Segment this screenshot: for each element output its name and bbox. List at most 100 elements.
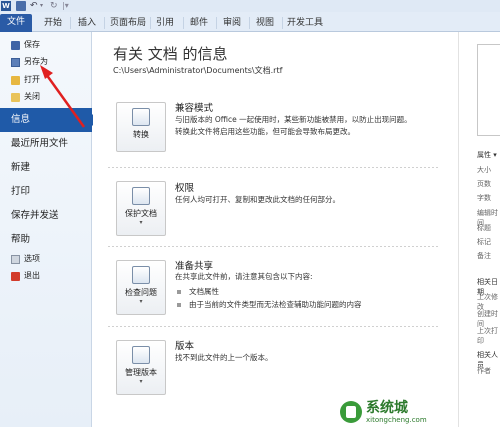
- manage-versions-icon: [132, 346, 150, 364]
- nav-exit-label: 退出: [24, 271, 40, 280]
- title-bar: W ↶ ▾ ↻ |▾: [0, 0, 500, 12]
- backstage-nav: 保存 另存为 打开 关闭 信息 最近所用文件 新建 打印 保存并发送 帮助 选项…: [0, 32, 98, 427]
- tab-home[interactable]: 开始: [40, 15, 66, 32]
- permissions-title: 权限: [175, 183, 195, 194]
- date-last-printed: 上次打印: [477, 327, 498, 345]
- convert-icon: [132, 108, 150, 126]
- document-path: C:\Users\Administrator\Documents\文档.rtf: [113, 66, 283, 75]
- tab-file[interactable]: 文件: [0, 14, 32, 32]
- watermark-logo-icon: [340, 401, 362, 423]
- prop-comments: 备注: [477, 252, 491, 260]
- redo-icon[interactable]: ↻: [50, 1, 60, 11]
- nav-save-and-send[interactable]: 保存并发送: [0, 204, 92, 228]
- nav-save-as[interactable]: 另存为: [11, 55, 48, 69]
- page-title: 有关 文档 的信息: [113, 45, 228, 63]
- bullet-text: 文档属性: [189, 287, 219, 296]
- nav-save-as-label: 另存为: [24, 57, 48, 66]
- save-icon[interactable]: [16, 1, 26, 11]
- section-divider: [108, 326, 438, 327]
- chevron-down-icon: ▾: [139, 219, 143, 226]
- nav-new[interactable]: 新建: [0, 156, 92, 180]
- watermark: 系统城 xitongcheng.com: [340, 399, 498, 425]
- section-divider: [108, 246, 438, 247]
- bullet-accessibility: 由于当前的文件类型而无法检查辅助功能问题的内容: [177, 299, 362, 311]
- nav-open[interactable]: 打开: [11, 73, 40, 87]
- nav-info[interactable]: 信息: [0, 108, 98, 132]
- convert-button[interactable]: 转换: [116, 102, 166, 152]
- section-divider: [108, 167, 438, 168]
- tab-developer[interactable]: 开发工具: [285, 15, 325, 32]
- prop-title: 标题: [477, 224, 491, 232]
- person-author: 作者: [477, 367, 491, 375]
- tab-separator: [282, 17, 283, 29]
- compatibility-title: 兼容模式: [175, 103, 214, 114]
- word-app-icon[interactable]: W: [1, 1, 11, 11]
- ribbon-tab-bar: 文件 开始 插入 页面布局 引用 邮件 审阅 视图 开发工具: [0, 12, 500, 32]
- nav-options[interactable]: 选项: [11, 252, 40, 266]
- document-thumbnail: [477, 44, 500, 136]
- permissions-desc: 任何人均可打开、复制和更改此文档的任何部分。: [175, 195, 340, 204]
- manage-versions-label: 管理版本: [125, 368, 157, 377]
- options-icon: [11, 254, 20, 264]
- watermark-title: 系统城: [366, 399, 408, 416]
- nav-print[interactable]: 打印: [0, 180, 92, 204]
- tab-review[interactable]: 审阅: [219, 15, 245, 32]
- chevron-down-icon: ▾: [139, 378, 143, 385]
- compatibility-desc: 与旧版本的 Office 一起使用时，某些新功能被禁用，以防止出现问题。转换此文…: [175, 115, 412, 136]
- info-panel: 有关 文档 的信息 C:\Users\Administrator\Documen…: [93, 32, 455, 427]
- bullet-document-properties: 文档属性: [177, 286, 219, 298]
- tab-page-layout[interactable]: 页面布局: [107, 15, 149, 32]
- undo-dropdown-icon[interactable]: ▾: [40, 1, 50, 11]
- customize-quick-access-icon[interactable]: |▾: [62, 1, 72, 11]
- protect-document-label: 保护文档: [125, 209, 157, 218]
- tab-separator: [70, 17, 71, 29]
- tab-separator: [104, 17, 105, 29]
- versions-desc: 找不到此文件的上一个版本。: [175, 353, 273, 362]
- tab-references[interactable]: 引用: [152, 15, 178, 32]
- nav-options-label: 选项: [24, 254, 40, 263]
- open-folder-icon: [11, 75, 20, 85]
- tab-view[interactable]: 视图: [252, 15, 278, 32]
- nav-recent[interactable]: 最近所用文件: [0, 132, 92, 156]
- exit-icon: [11, 271, 20, 281]
- nav-close[interactable]: 关闭: [11, 90, 40, 104]
- undo-icon[interactable]: ↶: [30, 1, 40, 11]
- check-issues-button[interactable]: 检查问题 ▾: [116, 260, 166, 315]
- prepare-sharing-desc: 在共享此文件前，请注意其包含以下内容:: [175, 272, 313, 281]
- close-file-icon: [11, 92, 20, 102]
- manage-versions-button[interactable]: 管理版本 ▾: [116, 340, 166, 395]
- protect-document-button[interactable]: 保护文档 ▾: [116, 181, 166, 236]
- tab-insert[interactable]: 插入: [74, 15, 100, 32]
- check-issues-label: 检查问题: [125, 288, 157, 297]
- nav-help[interactable]: 帮助: [0, 228, 92, 252]
- nav-save[interactable]: 保存: [11, 38, 40, 52]
- prepare-sharing-title: 准备共享: [175, 261, 214, 272]
- prop-tags: 标记: [477, 238, 491, 246]
- watermark-url: xitongcheng.com: [366, 415, 427, 424]
- prop-words: 字数: [477, 194, 491, 202]
- bullet-marker: [177, 290, 181, 294]
- chevron-down-icon: ▾: [139, 298, 143, 305]
- versions-title: 版本: [175, 341, 195, 352]
- tab-separator: [183, 17, 184, 29]
- tab-separator: [150, 17, 151, 29]
- nav-info-label: 信息: [11, 114, 31, 125]
- properties-panel: 属性 ▾ 大小 页数 字数 编辑时间 标题 标记 备注 相关日期 上次修改 创建…: [458, 32, 500, 427]
- properties-header[interactable]: 属性 ▾: [477, 150, 497, 160]
- bullet-marker: [177, 303, 181, 307]
- nav-close-label: 关闭: [24, 92, 40, 101]
- tab-separator: [216, 17, 217, 29]
- prop-size: 大小: [477, 166, 491, 174]
- save-icon: [11, 40, 20, 50]
- convert-button-label: 转换: [133, 130, 149, 139]
- save-as-icon: [11, 57, 20, 67]
- check-issues-icon: [132, 266, 150, 284]
- nav-open-label: 打开: [24, 75, 40, 84]
- bullet-text: 由于当前的文件类型而无法检查辅助功能问题的内容: [189, 300, 362, 309]
- tab-mailings[interactable]: 邮件: [186, 15, 212, 32]
- watermark-text-block: 系统城 xitongcheng.com: [366, 399, 427, 424]
- tab-separator: [249, 17, 250, 29]
- nav-save-label: 保存: [24, 40, 40, 49]
- prop-pages: 页数: [477, 180, 491, 188]
- nav-exit[interactable]: 退出: [11, 269, 40, 283]
